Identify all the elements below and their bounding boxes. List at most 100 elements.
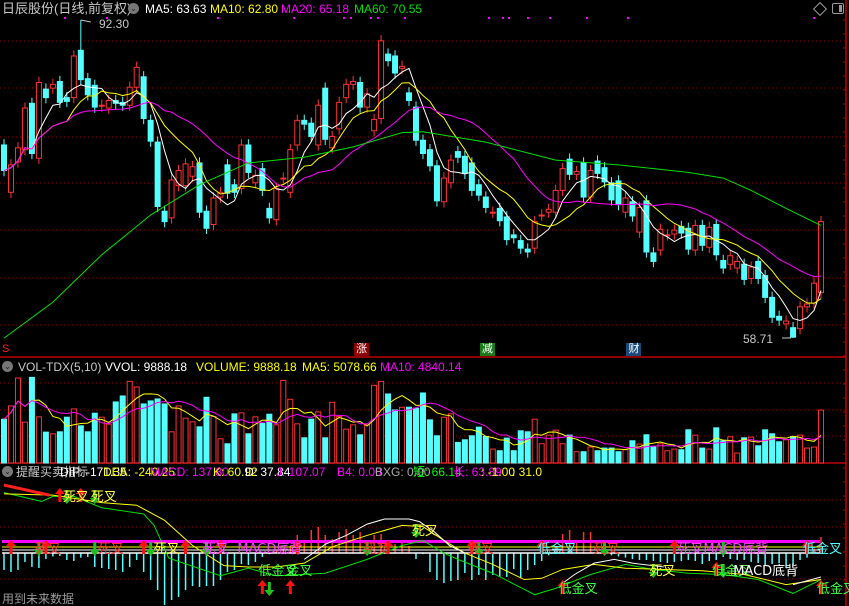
volume-bar bbox=[140, 403, 147, 464]
volume-bar bbox=[622, 449, 629, 464]
stock-title: 日辰股份(日线,前复权) bbox=[2, 1, 132, 16]
event-dot bbox=[586, 17, 588, 19]
candle-up bbox=[182, 163, 189, 187]
event-tag[interactable]: 财 bbox=[626, 343, 642, 356]
signal-label: 死叉 bbox=[363, 542, 389, 557]
volume-bar bbox=[531, 418, 538, 464]
vvol-legend: VVOL: 9888.18 bbox=[105, 360, 188, 374]
volume-bar bbox=[224, 443, 231, 464]
event-dot bbox=[502, 17, 504, 19]
candle-down bbox=[412, 106, 419, 141]
candle-down bbox=[266, 207, 273, 219]
volume-bar bbox=[454, 441, 461, 464]
candle-up bbox=[14, 147, 21, 163]
chart-canvas[interactable]: 死叉 死叉死叉 死叉 死叉 死叉 MACD底背低金叉金叉死叉死叉死叉 低金叉低金叉死叉死叉死… bbox=[0, 0, 849, 606]
buy-arrow-icon bbox=[257, 580, 268, 594]
candle-down bbox=[203, 210, 210, 229]
candle-down bbox=[161, 210, 168, 223]
candle-up bbox=[804, 303, 811, 308]
event-tag[interactable]: S bbox=[0, 343, 11, 356]
signal-label: 死叉 bbox=[35, 542, 61, 557]
volume-bar bbox=[608, 447, 615, 464]
candle-down bbox=[461, 155, 468, 174]
volume-bar bbox=[154, 398, 161, 464]
volume-bar bbox=[175, 405, 182, 464]
volume-bar bbox=[161, 403, 168, 464]
volume-bar bbox=[440, 416, 447, 464]
panel-toggle-icon[interactable] bbox=[832, 3, 844, 14]
candle-up bbox=[545, 208, 552, 213]
volume-bar bbox=[42, 431, 49, 464]
candle-down bbox=[42, 88, 49, 99]
candle-down bbox=[147, 119, 154, 142]
event-dot bbox=[527, 17, 529, 19]
volume-bar bbox=[203, 396, 210, 464]
short-line bbox=[3, 493, 822, 586]
event-tag[interactable]: 减 bbox=[479, 343, 495, 356]
signal-label: 死叉 bbox=[468, 542, 494, 557]
volume-bar bbox=[350, 424, 357, 464]
candle-up bbox=[280, 177, 287, 180]
volume-bar bbox=[629, 440, 636, 464]
volume-bar bbox=[294, 423, 301, 464]
volume-bar bbox=[105, 423, 112, 464]
candle-up bbox=[7, 164, 14, 193]
volume-bar bbox=[322, 437, 329, 464]
candle-up bbox=[692, 224, 699, 251]
volume-bar bbox=[643, 434, 650, 464]
event-tag[interactable]: 涨 bbox=[354, 343, 370, 356]
volume-bar bbox=[699, 447, 706, 464]
candle-down bbox=[63, 97, 70, 102]
volume-bar bbox=[259, 423, 266, 464]
event-dot bbox=[370, 17, 372, 19]
volume-bar bbox=[147, 400, 154, 464]
volume-bar bbox=[343, 428, 350, 464]
candle-down bbox=[77, 49, 84, 81]
candle-up bbox=[350, 81, 357, 85]
volume-bar bbox=[126, 380, 133, 464]
chevron-down-icon[interactable]: ⌄ bbox=[2, 361, 13, 372]
candle-up bbox=[727, 255, 734, 265]
volume-bar bbox=[776, 441, 783, 464]
candle-up bbox=[531, 221, 538, 249]
candle-down bbox=[301, 119, 308, 125]
volume-bar bbox=[364, 424, 371, 464]
candle-up bbox=[371, 118, 378, 132]
candle-up bbox=[622, 197, 629, 213]
volume-bar bbox=[315, 411, 322, 464]
candle-down bbox=[699, 224, 706, 246]
chevron-down-icon[interactable]: ⌄ bbox=[2, 466, 13, 477]
volume-bar bbox=[412, 407, 419, 464]
volume-bar bbox=[678, 449, 685, 464]
candle-down bbox=[510, 234, 517, 239]
chevron-down-icon[interactable]: ⌄ bbox=[128, 3, 139, 14]
volume-bar bbox=[573, 451, 580, 464]
volume-bar bbox=[217, 438, 224, 464]
ma20-legend: MA20: 65.18 bbox=[281, 2, 350, 16]
event-dot bbox=[488, 17, 490, 19]
volume-bar bbox=[804, 447, 811, 464]
volume-bar bbox=[650, 445, 657, 464]
candle-up bbox=[399, 65, 406, 69]
volume-bar bbox=[615, 451, 622, 464]
event-dot bbox=[508, 17, 510, 19]
volume-bar bbox=[811, 446, 818, 464]
signal-label: 死叉 bbox=[98, 542, 124, 557]
candle-down bbox=[392, 55, 399, 74]
candle-down bbox=[482, 196, 489, 208]
candle-down bbox=[650, 252, 657, 262]
volume-bar bbox=[755, 445, 762, 464]
volume-bar bbox=[734, 452, 741, 464]
candle-up bbox=[748, 266, 755, 279]
candle-down bbox=[741, 263, 748, 280]
volume-bar bbox=[56, 431, 63, 464]
candle-down bbox=[308, 122, 315, 137]
candle-up bbox=[559, 168, 566, 191]
volume-indicator-name[interactable]: VOL-TDX(5,10) bbox=[18, 360, 101, 374]
volume-bar bbox=[426, 419, 433, 464]
candle-up bbox=[489, 211, 496, 214]
candle-down bbox=[419, 139, 426, 154]
candle-down bbox=[245, 144, 252, 173]
candle-down bbox=[433, 165, 440, 202]
candle-down bbox=[56, 81, 63, 103]
